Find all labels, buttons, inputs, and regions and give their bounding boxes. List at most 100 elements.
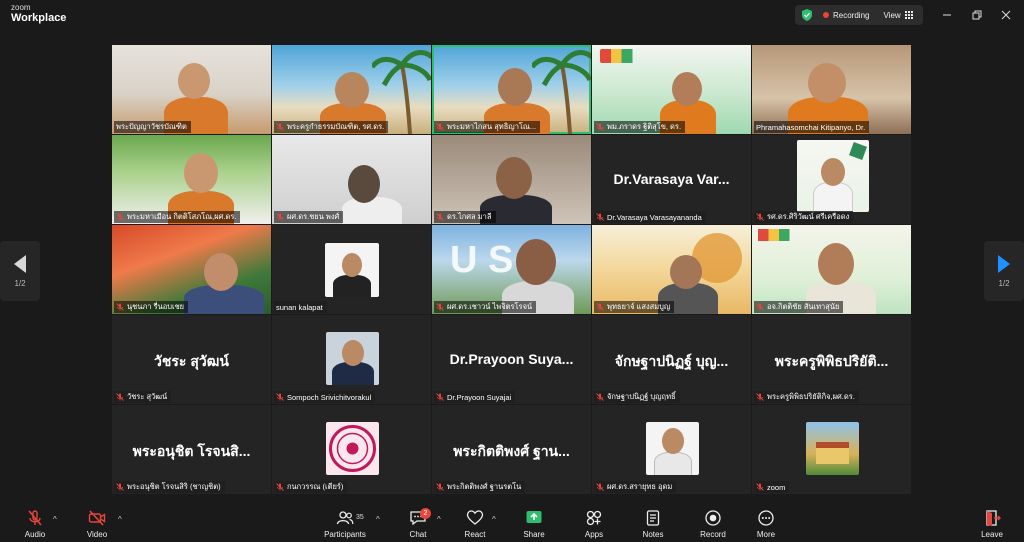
audio-button[interactable]: Audio [22, 506, 48, 542]
zoom-workplace-logo: zoom Workplace [11, 4, 66, 24]
participant-avatar [325, 243, 379, 297]
participant-avatar [806, 422, 859, 475]
participant-name: Phramahasomchai Kitipanyo, Dr. [754, 121, 870, 133]
participant-tile[interactable]: พระครูกำธรรมบัณฑิต, รศ.ดร. [272, 45, 431, 134]
participant-display-name: จักษฐาปนิฏฐ์ บุญ... [614, 353, 729, 369]
notes-icon [646, 510, 660, 526]
audio-options-caret[interactable]: ^ [53, 515, 57, 524]
logo-banner [758, 229, 828, 241]
participant-avatar [797, 140, 869, 212]
participant-tile-no-video[interactable]: รศ.ดร.ศิริวัฒน์ ศรีเครือดง [752, 135, 911, 224]
mic-muted-icon [276, 123, 284, 131]
participant-name: พระครูกำธรรมบัณฑิต, รศ.ดร. [274, 121, 389, 133]
leave-label: Leave [981, 530, 1003, 539]
more-button[interactable]: More [752, 506, 780, 542]
participant-tile[interactable]: ผศ.ดร.ชยน พงศ์ [272, 135, 431, 224]
participant-tile[interactable]: อจ.กิตติชัย สันเทาสุนัย [752, 225, 911, 314]
notes-label: Notes [642, 530, 664, 539]
participant-tile[interactable]: ดร.ไกศล มาลี [432, 135, 591, 224]
participant-tile-no-video[interactable]: ผศ.ดร.สรายุทธ อุดม [592, 405, 751, 494]
participant-tile[interactable]: พระปัญญาวัชรบัณฑิต [112, 45, 271, 134]
meeting-status-pill: Recording View [795, 5, 923, 25]
participant-name: จักษฐาปนิฏฐ์ บุญฤทธิ์ [594, 391, 680, 403]
mic-muted-icon [436, 213, 444, 221]
chat-unread-badge: 2 [420, 508, 431, 519]
mic-muted-icon [756, 213, 764, 221]
university-seal-icon [329, 425, 376, 472]
previous-page-button[interactable]: 1/2 [0, 241, 40, 301]
apps-icon [586, 510, 602, 526]
chat-label: Chat [409, 530, 427, 539]
page-indicator-left: 1/2 [14, 278, 26, 288]
notes-button[interactable]: Notes [639, 506, 667, 542]
participant-tile[interactable]: พุทธยาจ์ แสงสมบูญ [592, 225, 751, 314]
participant-tile-no-video[interactable]: กนกวรรณ (เตียร์) [272, 405, 431, 494]
participant-name: พระมหาเมือน กิตติโสภโณ,ผศ.ดร. [114, 211, 241, 223]
mic-muted-icon [276, 393, 284, 401]
logo-line1: zoom [11, 3, 31, 12]
participant-tile[interactable]: พระมหาเมือน กิตติโสภโณ,ผศ.ดร. [112, 135, 271, 224]
close-icon[interactable] [996, 6, 1016, 24]
participant-tile-no-video[interactable]: zoom [752, 405, 911, 494]
restore-icon[interactable] [967, 6, 987, 24]
mic-muted-icon [116, 483, 124, 491]
participant-display-name: พระครูพิพิธปริยัติ... [774, 353, 889, 369]
participant-tile-no-video[interactable]: Sompoch Srivichitvorakul [272, 315, 431, 404]
participant-tile-no-video[interactable]: Dr.Prayoon Suya... Dr.Prayoon Suyajai [432, 315, 591, 404]
participant-tile-no-video[interactable]: sunan kalapat [272, 225, 431, 314]
recording-label[interactable]: Recording [833, 11, 869, 20]
participant-display-name: Dr.Varasaya Var... [613, 171, 730, 187]
participant-name: ผศ.ดร.เชาวน์ ไพจิตรโรจน์ [434, 301, 537, 313]
record-button[interactable]: Record [698, 506, 728, 542]
participant-name: ผศ.ดร.สรายุทธ อุดม [594, 481, 677, 493]
react-button[interactable]: React [461, 506, 489, 542]
arrow-right-icon [998, 254, 1010, 273]
participant-tile-no-video[interactable]: วัชระ สุวัฒน์ วัชระ สุวัฒน์ [112, 315, 271, 404]
leave-button[interactable]: Leave [978, 506, 1006, 542]
title-bar: zoom Workplace Recording View [0, 0, 1024, 30]
chat-options-caret[interactable]: ^ [437, 515, 441, 524]
participant-name: พระอนุชิต โรจนสิริ (ชาญชิต) [114, 481, 225, 493]
grid-view-icon [904, 10, 914, 20]
encryption-shield-icon[interactable] [800, 8, 814, 22]
share-button[interactable]: Share [520, 506, 548, 542]
participant-name: พระมหาไกสน สุทธิญาโณ... [434, 121, 541, 133]
video-options-caret[interactable]: ^ [118, 515, 122, 524]
active-speaker-tile[interactable]: พระมหาไกสน สุทธิญาโณ... [432, 45, 591, 134]
participant-tile[interactable]: U S ผศ.ดร.เชาวน์ ไพจิตรโรจน์ [432, 225, 591, 314]
apps-button[interactable]: Apps [580, 506, 608, 542]
participant-tile[interactable]: Phramahasomchai Kitipanyo, Dr. [752, 45, 911, 134]
participant-name: พม.ภราดร ฐิติสุโข, ดร. [594, 121, 686, 133]
video-label: Video [86, 530, 108, 539]
leave-door-icon [986, 510, 1001, 526]
mic-muted-icon [436, 393, 444, 401]
more-label: More [756, 530, 776, 539]
participant-name: Dr.Varasaya Varasayananda [594, 211, 706, 223]
participant-tile-no-video[interactable]: พระครูพิพิธปริยัติ... พระครูพิพิธปริยัติ… [752, 315, 911, 404]
participant-tile[interactable]: นุชนภา รื่นอบเชย [112, 225, 271, 314]
participant-tile-no-video[interactable]: พระอนุชิต โรจนสิ... พระอนุชิต โรจนสิริ (… [112, 405, 271, 494]
participant-tile-no-video[interactable]: จักษฐาปนิฏฐ์ บุญ... จักษฐาปนิฏฐ์ บุญฤทธิ… [592, 315, 751, 404]
minimize-icon[interactable] [937, 6, 957, 24]
participant-tile-no-video[interactable]: พระกิตติพงศ์ ฐาน... พระกิตติพงศ์ ฐานรตโน [432, 405, 591, 494]
mic-muted-icon [436, 303, 444, 311]
participant-display-name: พระกิตติพงศ์ ฐาน... [453, 443, 570, 459]
chat-button[interactable]: Chat 2 [404, 506, 432, 542]
participant-tile-no-video[interactable]: Dr.Varasaya Var... Dr.Varasaya Varasayan… [592, 135, 751, 224]
mic-muted-icon [276, 483, 284, 491]
recording-dot-icon [823, 12, 829, 18]
mic-muted-icon [596, 393, 604, 401]
view-button[interactable]: View [883, 10, 914, 20]
next-page-button[interactable]: 1/2 [984, 241, 1024, 301]
mic-muted-icon [596, 303, 604, 311]
video-button[interactable]: Video [84, 506, 110, 542]
react-options-caret[interactable]: ^ [492, 515, 496, 524]
participant-name: พุทธยาจ์ แสงสมบูญ [594, 301, 675, 313]
participant-tile[interactable]: พม.ภราดร ฐิติสุโข, ดร. [592, 45, 751, 134]
video-off-icon [88, 510, 106, 526]
mic-muted-icon [116, 393, 124, 401]
participants-button[interactable]: Participants 35 [320, 506, 370, 542]
meeting-toolbar: Audio ^ Video ^ Participants 35 ^ Chat 2… [0, 506, 1024, 542]
participants-options-caret[interactable]: ^ [376, 515, 380, 524]
mic-muted-icon [756, 303, 764, 311]
